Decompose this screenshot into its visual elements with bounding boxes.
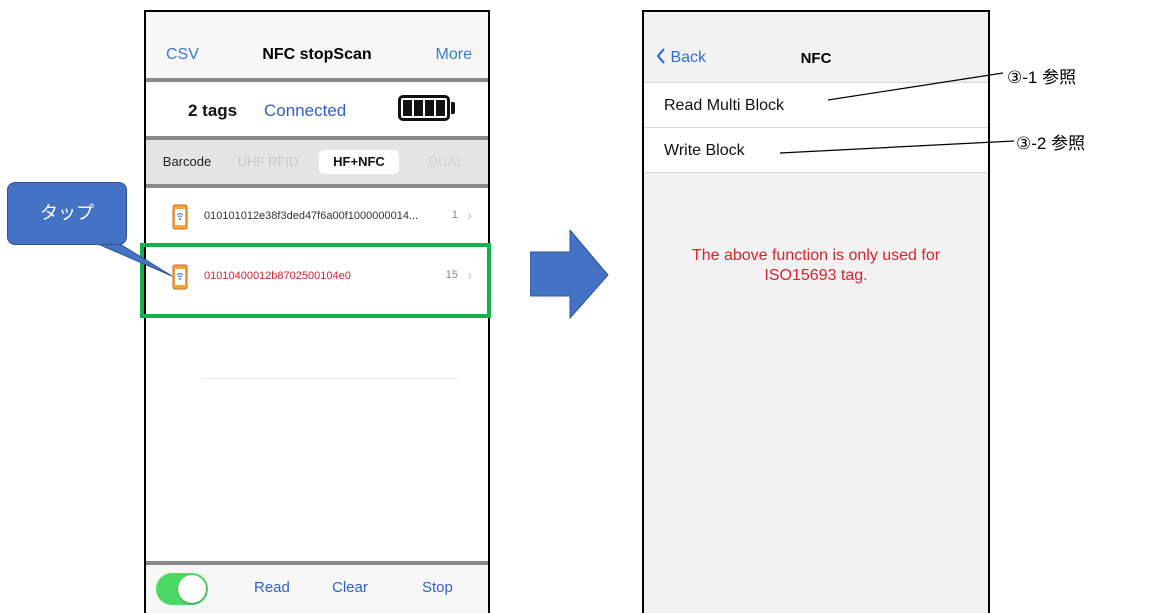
- arrow-right-icon: [530, 230, 609, 320]
- menu-item-label: Read Multi Block: [664, 97, 785, 114]
- segment-hf-nfc[interactable]: HF+NFC: [319, 150, 399, 174]
- divider: [202, 378, 458, 379]
- callout-pointer: [97, 243, 173, 277]
- phone-right-screen: Back NFC Read Multi Block Write Block Th…: [642, 10, 990, 613]
- more-button[interactable]: More: [436, 46, 472, 64]
- segment-uhf[interactable]: UHF RFID: [228, 150, 308, 174]
- tap-callout: タップ: [7, 182, 127, 245]
- note-line-1: The above function is only used for: [691, 247, 941, 264]
- segment-dual[interactable]: DUAL: [414, 150, 478, 174]
- menu-item-read-multi-block[interactable]: Read Multi Block: [644, 83, 988, 128]
- tag-read-count: 1: [451, 209, 458, 221]
- bottom-toolbar: Read Clear Stop: [146, 561, 488, 613]
- menu-item-label: Write Block: [664, 142, 745, 159]
- info-note: The above function is only used for ISO1…: [644, 246, 988, 286]
- clear-button[interactable]: Clear: [332, 579, 368, 596]
- connection-status: Connected: [264, 101, 347, 120]
- page-title: NFC: [800, 50, 832, 67]
- stop-button[interactable]: Stop: [422, 579, 453, 596]
- scan-toggle[interactable]: [156, 573, 208, 605]
- reference-label-1: ③-1 参照: [1007, 68, 1077, 87]
- chevron-right-icon: ›: [467, 207, 472, 223]
- battery-icon: [398, 95, 450, 121]
- tag-id: 010101012e38f3ded47f6a00f1000000014...: [204, 210, 419, 222]
- menu-item-write-block[interactable]: Write Block: [644, 128, 988, 173]
- nav-bar: Back NFC: [644, 12, 988, 83]
- reference-label-2: ③-2 参照: [1016, 134, 1086, 153]
- read-button[interactable]: Read: [254, 579, 290, 596]
- note-line-2: ISO15693 tag.: [764, 267, 868, 284]
- battery-tip: [451, 102, 455, 114]
